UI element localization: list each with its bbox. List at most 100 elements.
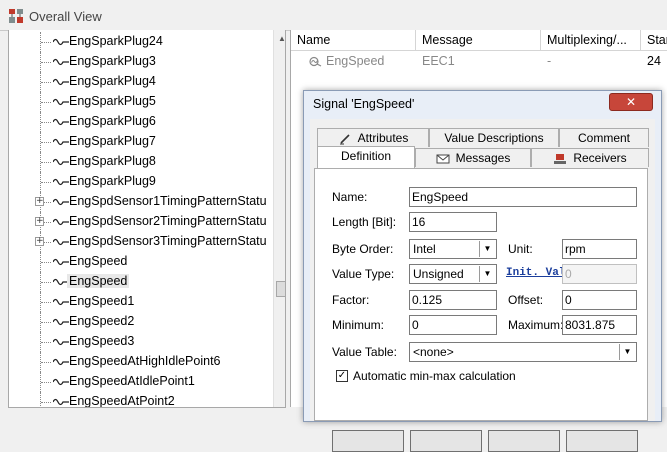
tree-item[interactable]: EngSparkPlug9	[9, 172, 267, 192]
minimum-label: Minimum:	[332, 318, 385, 332]
help-button[interactable]	[566, 430, 638, 452]
tab-comment[interactable]: Comment	[559, 128, 649, 147]
value-type-label: Value Type:	[332, 267, 395, 281]
tree-connector	[41, 182, 51, 183]
column-header-message[interactable]: Message	[416, 30, 541, 50]
tree-item-label: EngSpdSensor3TimingPatternStatu	[69, 234, 267, 248]
offset-field[interactable]	[562, 290, 637, 310]
tree-connector	[41, 62, 51, 63]
tree-item-label: EngSparkPlug9	[69, 174, 156, 188]
scroll-up-icon[interactable]: ▲	[278, 34, 285, 43]
dialog-close-button[interactable]: ✕	[609, 93, 653, 111]
tab-definition-label: Definition	[340, 149, 392, 163]
tree-item-label: EngSpeed2	[69, 314, 135, 328]
expand-plus-icon[interactable]: +	[35, 197, 44, 206]
window-titlebar: Overall View	[0, 0, 667, 31]
tree-connector	[41, 262, 51, 263]
name-field[interactable]	[409, 187, 637, 207]
value-table-select[interactable]: <none> ▼	[409, 342, 637, 362]
tab-receivers-label: Receivers	[573, 151, 627, 165]
receiver-node-icon	[554, 153, 567, 164]
tree-item-label: EngSpeedAtHighIdlePoint6	[69, 354, 221, 368]
tree-item[interactable]: EngSpeedAtHighIdlePoint6	[9, 352, 267, 372]
expand-plus-icon[interactable]: +	[35, 217, 44, 226]
tree-item[interactable]: EngSparkPlug7	[9, 132, 267, 152]
length-label: Length [Bit]:	[332, 215, 397, 229]
apply-button[interactable]	[488, 430, 560, 452]
unit-field[interactable]	[562, 239, 637, 259]
pencil-icon	[339, 134, 350, 145]
tree-item[interactable]: EngSpeedAtPoint2	[9, 392, 267, 408]
tab-value-descriptions[interactable]: Value Descriptions	[429, 128, 559, 147]
minimum-field[interactable]	[409, 315, 497, 335]
maximum-field[interactable]	[562, 315, 637, 335]
init-value-button[interactable]: Init. Val	[506, 267, 565, 279]
tree-connector	[41, 302, 51, 303]
tab-comment-label: Comment	[577, 131, 630, 145]
row-message: EEC1	[422, 54, 455, 68]
tree-connector	[41, 342, 51, 343]
scroll-thumb[interactable]	[276, 281, 285, 297]
tab-messages[interactable]: Messages	[415, 148, 531, 167]
tree-item[interactable]: EngSparkPlug8	[9, 152, 267, 172]
factor-field[interactable]	[409, 290, 497, 310]
tree-item[interactable]: EngSpeed1	[9, 292, 267, 312]
tree-item[interactable]: + EngSpdSensor2TimingPatternStatu	[9, 212, 267, 232]
name-label: Name:	[332, 190, 368, 204]
tree-item[interactable]: EngSparkPlug4	[9, 72, 267, 92]
tree-connector	[41, 402, 51, 403]
row-multiplexing: -	[547, 54, 552, 68]
tree-item-label: EngSparkPlug7	[69, 134, 156, 148]
length-field[interactable]	[409, 212, 497, 232]
value-type-value: Unsigned	[413, 267, 464, 281]
signal-tree[interactable]: EngSparkPlug24 EngSparkPlug3 EngSparkPlug4…	[8, 30, 286, 408]
column-header-multiplexing[interactable]: Multiplexing/...	[541, 30, 641, 50]
chevron-down-icon[interactable]: ▼	[619, 344, 635, 360]
value-table-value: <none>	[413, 345, 454, 359]
tree-connector	[41, 142, 51, 143]
tab-definition[interactable]: Definition	[317, 146, 415, 168]
tree-item-label: EngSparkPlug5	[69, 94, 156, 108]
ok-button[interactable]	[332, 430, 404, 452]
tree-connector	[40, 392, 41, 407]
byte-order-select[interactable]: Intel ▼	[409, 239, 497, 259]
auto-minmax-checkbox[interactable]: ✓	[336, 370, 348, 382]
list-row[interactable]: EngSpeed EEC1 - 24	[291, 51, 667, 71]
tree-item[interactable]: EngSparkPlug3	[9, 52, 267, 72]
row-startbit: 24	[647, 54, 661, 68]
tree-item[interactable]: + EngSpdSensor1TimingPatternStatu	[9, 192, 267, 212]
tree-item-label: EngSpeed3	[69, 334, 135, 348]
expand-plus-icon[interactable]: +	[35, 237, 44, 246]
tab-attributes[interactable]: Attributes	[317, 128, 429, 147]
tree-item-label: EngSparkPlug3	[69, 54, 156, 68]
offset-label: Offset:	[508, 293, 544, 307]
tree-item[interactable]: EngSparkPlug6	[9, 112, 267, 132]
tree-item[interactable]: + EngSpdSensor3TimingPatternStatu	[9, 232, 267, 252]
value-type-select[interactable]: Unsigned ▼	[409, 264, 497, 284]
tree-item[interactable]: EngSpeed3	[9, 332, 267, 352]
tree-connector	[41, 42, 51, 43]
tree-item[interactable]: EngSpeed	[9, 272, 267, 292]
tree-item[interactable]: EngSpeed	[9, 252, 267, 272]
tree-item[interactable]: EngSparkPlug5	[9, 92, 267, 112]
chevron-down-icon[interactable]: ▼	[479, 241, 495, 257]
tree-connector	[41, 82, 51, 83]
tree-item-label: EngSpeed1	[69, 294, 135, 308]
tab-receivers[interactable]: Receivers	[531, 148, 649, 167]
column-header-startbit[interactable]: Star	[641, 30, 667, 50]
init-value-field	[562, 264, 637, 284]
tree-item[interactable]: EngSparkPlug24	[9, 32, 267, 52]
tree-connector	[41, 102, 51, 103]
tree-item-label: EngSpeedAtPoint2	[69, 394, 175, 408]
network-view-icon	[9, 9, 23, 23]
column-header-name[interactable]: Name	[291, 30, 416, 50]
row-name: EngSpeed	[326, 54, 385, 68]
tree-item-label: EngSparkPlug6	[69, 114, 156, 128]
tree-item[interactable]: EngSpeed2	[9, 312, 267, 332]
tree-item[interactable]: EngSpeedAtIdlePoint1	[9, 372, 267, 392]
chevron-down-icon[interactable]: ▼	[479, 266, 495, 282]
tree-item-label: EngSpeed	[69, 254, 128, 268]
window-title: Overall View	[29, 9, 102, 24]
tree-scrollbar[interactable]: ▲	[273, 30, 285, 407]
cancel-button[interactable]	[410, 430, 482, 452]
